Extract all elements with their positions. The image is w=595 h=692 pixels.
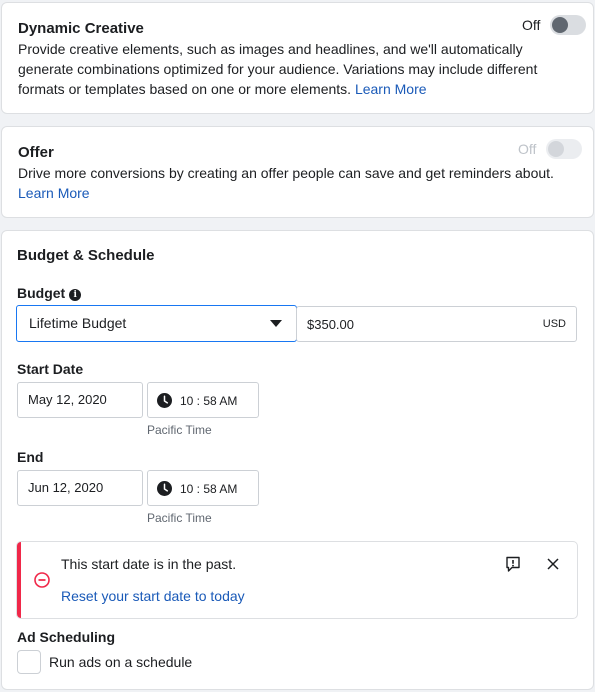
budget-type-select[interactable]: Lifetime Budget xyxy=(16,305,297,342)
start-date-error-alert: This start date is in the past. Reset yo… xyxy=(16,541,578,619)
budget-label: Budget i xyxy=(17,285,82,301)
end-date-label: End xyxy=(17,449,44,465)
dynamic-creative-toggle-group: Off xyxy=(522,15,587,35)
offer-toggle-label: Off xyxy=(518,141,537,157)
caret-down-icon xyxy=(270,320,282,327)
start-time-input[interactable]: 10 : 58 AM xyxy=(147,382,259,418)
start-time-value: 10 : 58 AM xyxy=(180,394,238,408)
end-date-input[interactable]: Jun 12, 2020 xyxy=(17,470,143,506)
report-feedback-icon[interactable] xyxy=(505,556,521,573)
end-time-value: 10 : 58 AM xyxy=(180,482,238,496)
budget-amount-input[interactable]: $350.00 USD xyxy=(296,306,577,342)
offer-card: Offer Off Drive more conversions by crea… xyxy=(1,126,594,218)
dynamic-creative-title: Dynamic Creative xyxy=(18,20,144,37)
start-date-label: Start Date xyxy=(17,361,84,377)
dynamic-creative-toggle-label: Off xyxy=(522,17,541,33)
dynamic-creative-description-text: Provide creative elements, such as image… xyxy=(18,41,538,97)
dynamic-creative-toggle[interactable] xyxy=(550,15,587,35)
reset-start-date-link[interactable]: Reset your start date to today xyxy=(61,588,245,604)
offer-toggle[interactable] xyxy=(546,139,583,159)
ad-scheduling-label: Ad Scheduling xyxy=(17,629,115,645)
run-on-schedule-label[interactable]: Run ads on a schedule xyxy=(49,654,192,670)
run-on-schedule-checkbox[interactable] xyxy=(17,650,41,674)
alert-accent-bar xyxy=(17,542,21,618)
info-icon[interactable]: i xyxy=(69,289,82,301)
budget-type-value: Lifetime Budget xyxy=(29,315,127,331)
error-minus-circle-icon xyxy=(34,572,50,588)
budget-schedule-title: Budget & Schedule xyxy=(17,247,155,264)
dynamic-creative-learn-more-link[interactable]: Learn More xyxy=(355,81,427,97)
toggle-knob xyxy=(552,17,569,33)
offer-learn-more-link[interactable]: Learn More xyxy=(18,185,90,201)
close-icon[interactable] xyxy=(547,558,559,570)
end-timezone-label: Pacific Time xyxy=(147,511,212,525)
clock-icon xyxy=(157,393,172,408)
toggle-knob xyxy=(548,141,565,157)
dynamic-creative-card: Dynamic Creative Off Provide creative el… xyxy=(1,2,594,114)
offer-title: Offer xyxy=(18,144,54,161)
alert-message: This start date is in the past. xyxy=(61,556,237,572)
budget-amount-value: $350.00 xyxy=(307,317,354,332)
offer-description: Drive more conversions by creating an of… xyxy=(18,163,568,203)
offer-description-text: Drive more conversions by creating an of… xyxy=(18,165,554,181)
end-time-input[interactable]: 10 : 58 AM xyxy=(147,470,259,506)
budget-schedule-card xyxy=(1,230,594,690)
start-timezone-label: Pacific Time xyxy=(147,423,212,437)
budget-label-text: Budget xyxy=(17,285,66,301)
dynamic-creative-description: Provide creative elements, such as image… xyxy=(18,39,558,99)
clock-icon xyxy=(157,481,172,496)
start-date-input[interactable]: May 12, 2020 xyxy=(17,382,143,418)
offer-toggle-group: Off xyxy=(518,139,583,159)
currency-label: USD xyxy=(542,318,566,330)
